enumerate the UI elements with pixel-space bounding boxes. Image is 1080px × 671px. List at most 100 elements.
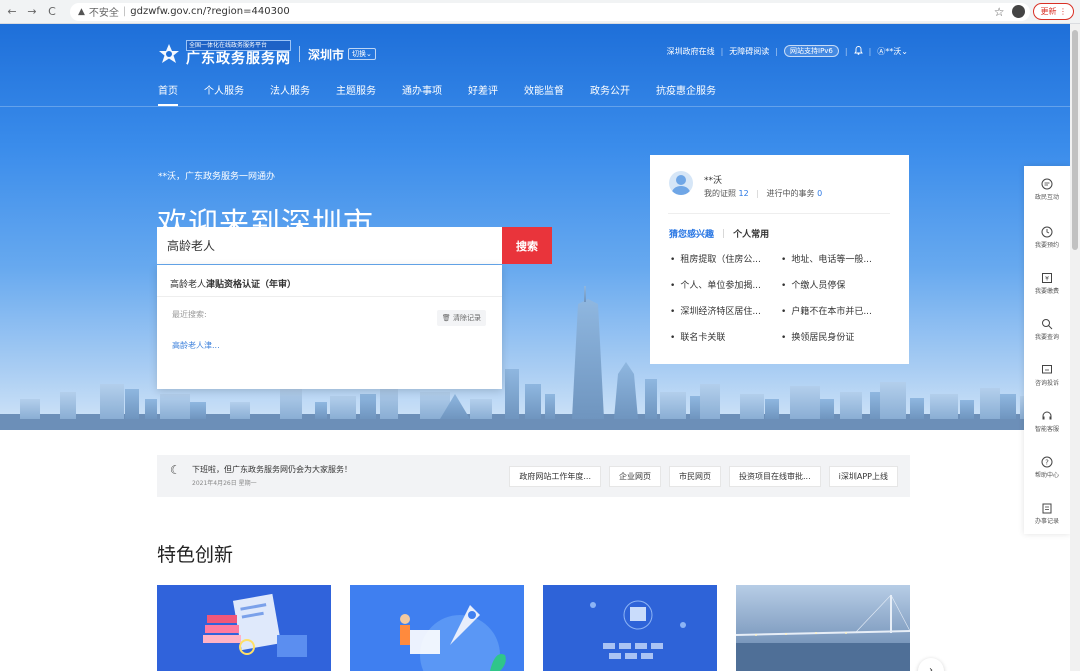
side-item-payment[interactable]: ¥ 我要缴费 [1024, 272, 1070, 295]
user-stats: 我的证照 12 | 进行中的事务 0 [704, 188, 822, 199]
nav-public-affairs[interactable]: 政务公开 [590, 82, 630, 106]
bell-icon[interactable] [853, 45, 863, 57]
address-bar[interactable]: ▲ 不安全 | gdzwfw.gov.cn/?region=440300 [70, 2, 1030, 21]
browser-toolbar: ← → C ▲ 不安全 | gdzwfw.gov.cn/?region=4403… [0, 0, 1080, 24]
nav-home[interactable]: 首页 [158, 82, 178, 106]
recommend-link[interactable]: 深圳经济特区居住... [670, 304, 761, 317]
side-item-query[interactable]: 我要查询 [1024, 318, 1070, 341]
svg-text:?: ? [1045, 459, 1049, 467]
help-icon: ? [1041, 456, 1053, 468]
clear-history-button[interactable]: 🗑 清除记录 [436, 310, 486, 326]
nav-theme[interactable]: 主题服务 [336, 82, 376, 106]
user-menu[interactable]: Ⓐ**沃⌄ [877, 46, 908, 57]
avatar[interactable] [669, 171, 693, 195]
user-card: **沃 我的证照 12 | 进行中的事务 0 猜您感兴趣 | 个人常用 租房提取… [650, 155, 909, 364]
trash-icon: 🗑 [441, 314, 451, 322]
quick-link[interactable]: 市民网页 [669, 466, 722, 487]
carousel-next-button[interactable]: › [918, 658, 944, 671]
search-button[interactable]: 搜索 [502, 227, 552, 264]
nav-universal[interactable]: 通办事项 [402, 82, 442, 106]
nav-anti-epidemic[interactable]: 抗疫惠企服务 [656, 82, 716, 106]
feature-card-image[interactable] [350, 585, 524, 671]
recommend-link[interactable]: 户籍不在本市并已... [781, 304, 872, 317]
suggestion-item[interactable]: 高龄老人津贴资格认证（年审） [170, 277, 296, 290]
browser-right-actions: ☆ 更新 ⋮ [994, 3, 1074, 20]
header-top-links: 深圳政府在线 | 无障碍阅读 | 网站支持IPv6 | | Ⓐ**沃⌄ [667, 45, 908, 57]
search-input[interactable] [157, 227, 502, 264]
forward-icon[interactable]: → [24, 5, 40, 18]
update-label: 更新 [1040, 7, 1057, 16]
feature-card-image[interactable] [543, 585, 717, 671]
suggestion-rest: 津贴资格认证（年审） [206, 280, 297, 290]
ipv6-badge: 网站支持IPv6 [784, 45, 839, 57]
side-item-complaint[interactable]: 咨询投诉 [1024, 364, 1070, 387]
side-label: 我要预约 [1034, 242, 1059, 249]
quick-link[interactable]: 投资项目在线审批... [729, 466, 821, 487]
feature-card-image[interactable] [157, 585, 331, 671]
update-button[interactable]: 更新 ⋮ [1033, 3, 1074, 20]
quick-link[interactable]: 企业网页 [609, 466, 662, 487]
back-icon[interactable]: ← [4, 5, 20, 18]
side-item-interaction[interactable]: 政民互动 [1024, 178, 1070, 201]
notice-bar: ☾ 下班啦，但广东政务服务网仍会为大家服务！ 2021年4月26日 星期一 政府… [157, 455, 910, 497]
link-shenzhen-gov[interactable]: 深圳政府在线 [667, 46, 715, 57]
profile-icon[interactable] [1012, 5, 1026, 18]
nav-rating[interactable]: 好差评 [468, 82, 498, 106]
moon-icon: ☾ [170, 463, 181, 477]
card-tabs: 猜您感兴趣 | 个人常用 [669, 227, 769, 241]
suggestion-divider [157, 296, 502, 297]
side-label: 政民互动 [1034, 194, 1059, 201]
side-item-smart-service[interactable]: 智能客服 [1024, 410, 1070, 433]
side-item-help[interactable]: ? 帮助中心 [1024, 456, 1070, 479]
insecure-label: 不安全 [88, 8, 119, 19]
bookmark-star-icon[interactable]: ☆ [994, 5, 1005, 19]
svg-text:¥: ¥ [1045, 276, 1049, 283]
notice-date: 2021年4月26日 星期一 [192, 480, 257, 487]
side-item-records[interactable]: 办事记录 [1024, 502, 1070, 525]
side-toolbar: 政民互动 我要预约 ¥ 我要缴费 我要查询 咨询投诉 智能客服 ? 帮助中心 办… [1024, 166, 1070, 534]
nav-personal[interactable]: 个人服务 [204, 82, 244, 106]
reload-icon[interactable]: C [44, 5, 60, 18]
recommend-link[interactable]: 联名卡关联 [670, 330, 725, 343]
cert-link[interactable]: 我的证照 12 [704, 189, 749, 198]
nav-divider [0, 106, 1070, 107]
scrollbar-thumb[interactable] [1072, 30, 1078, 250]
quick-link[interactable]: 政府网站工作年度... [509, 466, 602, 487]
tab-interest[interactable]: 猜您感兴趣 [669, 227, 714, 240]
search-bar: 搜索 [157, 227, 552, 264]
city-switch-button[interactable]: 切换⌄ [348, 48, 376, 60]
address-separator: | [122, 6, 127, 17]
recommend-link[interactable]: 个缴人员停保 [781, 278, 845, 291]
nav-supervision[interactable]: 效能监督 [524, 82, 564, 106]
side-label: 我要查询 [1034, 334, 1059, 341]
recommend-link[interactable]: 个人、单位参加揭... [670, 278, 761, 291]
url-text: gdzwfw.gov.cn/?region=440300 [130, 6, 290, 17]
stats-divider: | [756, 189, 759, 198]
quick-link[interactable]: i深圳APP上线 [828, 466, 898, 487]
payment-icon: ¥ [1042, 273, 1052, 283]
site-logo[interactable]: 全国一体化在线政务服务平台 广东政务服务网 深圳市 切换⌄ [158, 40, 376, 68]
recommend-link[interactable]: 换领居民身份证 [781, 330, 854, 343]
recent-search-item[interactable]: 高龄老人津... [172, 340, 220, 351]
page: ← → C ▲ 不安全 | gdzwfw.gov.cn/?region=4403… [0, 0, 1080, 671]
suggestion-prefix: 高龄老人 [170, 280, 207, 290]
tab-divider: | [722, 228, 726, 239]
side-label: 智能客服 [1034, 426, 1059, 433]
side-item-appointment[interactable]: 我要预约 [1024, 226, 1070, 249]
side-label: 办事记录 [1034, 518, 1059, 525]
chat-bubble-icon [1041, 178, 1053, 190]
card-user-name: **沃 [704, 176, 723, 186]
tab-common[interactable]: 个人常用 [733, 227, 769, 240]
nav-legal-person[interactable]: 法人服务 [270, 82, 310, 106]
quick-links: 政府网站工作年度... 企业网页 市民网页 投资项目在线审批... i深圳APP… [509, 466, 898, 487]
feature-card-image[interactable] [736, 585, 910, 671]
top-divider: | [844, 46, 848, 56]
recommend-link[interactable]: 地址、电话等一般... [781, 252, 872, 265]
search-suggestions: 高龄老人津贴资格认证（年审） 最近搜索: 🗑 清除记录 高龄老人津... [157, 265, 502, 389]
city-switch-label: 切换 [352, 50, 367, 58]
logo-divider [299, 46, 300, 62]
progress-link[interactable]: 进行中的事务 0 [767, 189, 823, 198]
link-accessibility[interactable]: 无障碍阅读 [729, 46, 769, 57]
page-scrollbar[interactable] [1070, 24, 1080, 671]
recommend-link[interactable]: 租房提取（住房公... [670, 252, 761, 265]
